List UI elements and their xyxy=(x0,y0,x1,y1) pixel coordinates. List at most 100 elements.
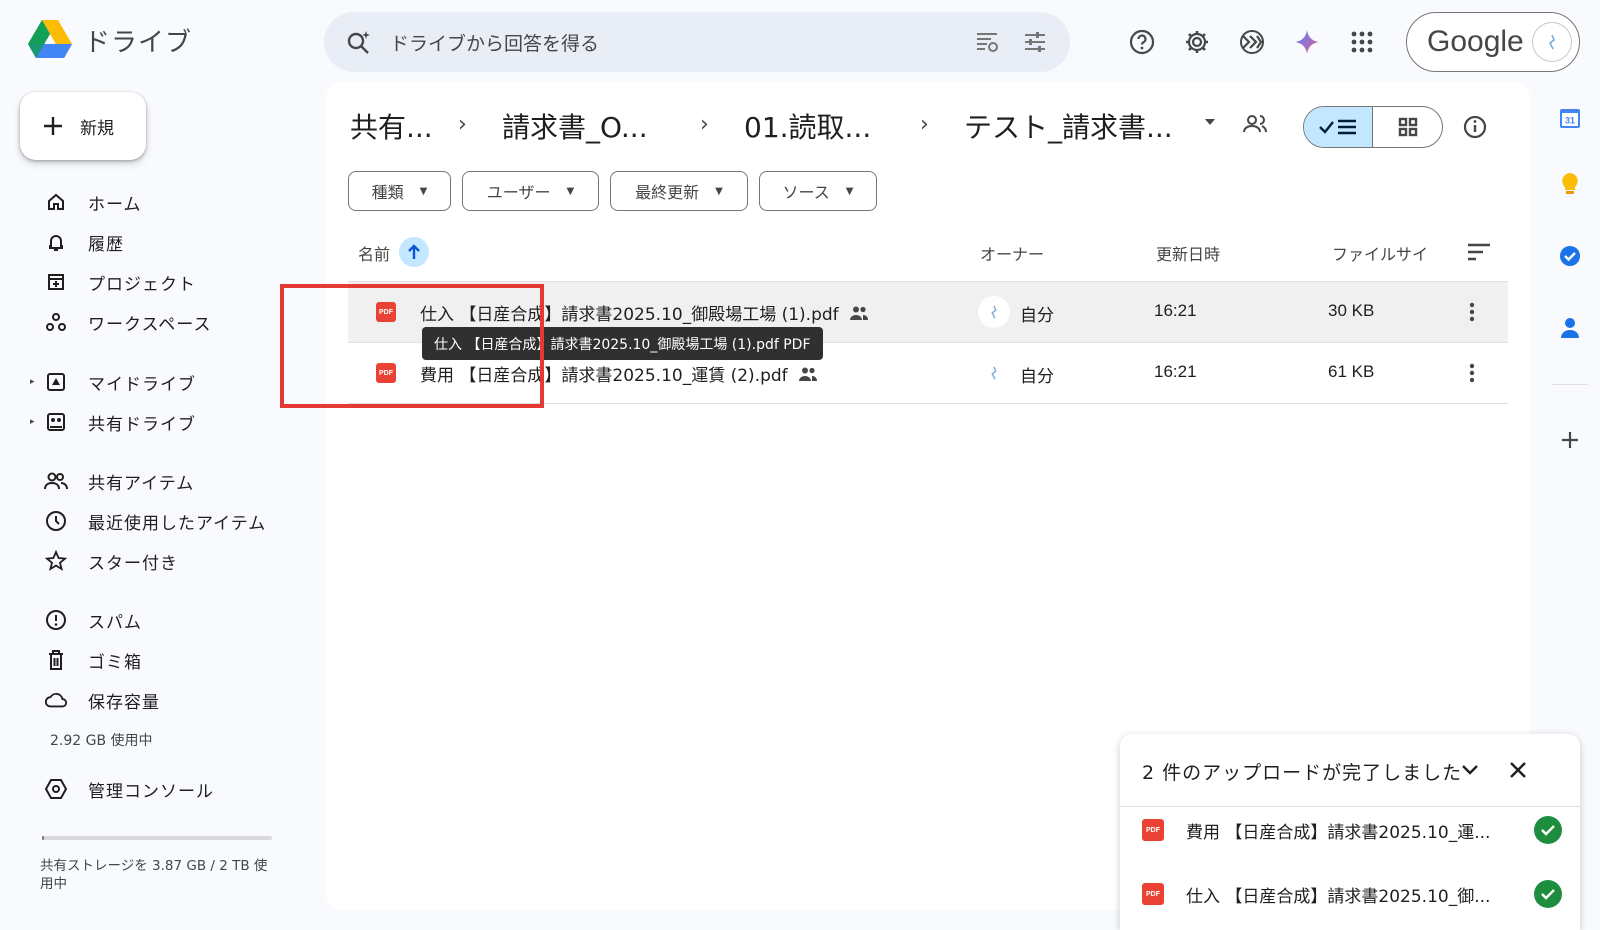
sidebar-item-label: スパム xyxy=(88,612,142,633)
sidebar-item-history[interactable]: 履歴 xyxy=(30,224,290,260)
close-icon[interactable] xyxy=(1502,754,1534,786)
info-icon[interactable] xyxy=(1462,114,1488,144)
pdf-file-icon: PDF xyxy=(1142,883,1164,905)
sidebar-item-label: 管理コンソール xyxy=(88,781,214,802)
column-header-size[interactable]: ファイルサイ xyxy=(1332,241,1452,265)
bell-icon xyxy=(44,230,68,254)
file-size: 30 KB xyxy=(1328,301,1375,320)
grid-icon xyxy=(1398,117,1417,137)
help-icon[interactable] xyxy=(1118,18,1166,66)
shared-storage-bar-fill xyxy=(42,836,45,840)
admin-console-icon xyxy=(44,777,68,801)
check-list-icon xyxy=(1319,119,1356,135)
breadcrumb-current[interactable]: テスト_請求書... xyxy=(964,106,1173,146)
sidebar-item-shared-drives[interactable]: ▸ 共有ドライブ xyxy=(30,404,290,440)
contacts-icon[interactable] xyxy=(1552,310,1588,346)
gemini-icon[interactable] xyxy=(1283,18,1331,66)
clock-icon xyxy=(44,509,68,533)
sidebar-item-workspaces[interactable]: ワークスペース xyxy=(30,304,290,340)
search-input[interactable]: ドライブから回答を得る xyxy=(390,29,952,56)
divider xyxy=(1120,806,1580,807)
upload-file-name: 仕入 【日産合成】請求書2025.10_御... xyxy=(1186,886,1491,907)
project-icon xyxy=(44,270,68,294)
view-toggle xyxy=(1303,106,1443,148)
filter-type-chip[interactable]: 種類 ▼ xyxy=(348,171,451,211)
keep-icon[interactable] xyxy=(1552,166,1588,202)
avatar xyxy=(978,296,1010,328)
sidebar-item-recent[interactable]: 最近使用したアイテム xyxy=(30,503,290,539)
caret-down-icon: ▼ xyxy=(566,185,575,197)
add-addon-icon[interactable] xyxy=(1552,422,1588,458)
sidebar-item-label: 共有ドライブ xyxy=(88,414,196,435)
app-title: ドライブ xyxy=(84,27,193,58)
apps-grid-icon[interactable] xyxy=(1338,18,1386,66)
sidebar-item-shared-with-me[interactable]: 共有アイテム xyxy=(30,463,290,499)
column-header-owner[interactable]: オーナー xyxy=(980,241,1044,265)
search-bar[interactable]: ドライブから回答を得る xyxy=(324,12,1070,72)
tasks-icon[interactable] xyxy=(1552,238,1588,274)
search-filter-icon[interactable] xyxy=(974,29,1000,55)
filter-source-chip[interactable]: ソース ▼ xyxy=(759,171,877,211)
sidebar-item-my-drive[interactable]: ▸ マイドライブ xyxy=(30,364,290,400)
breadcrumb-item[interactable]: 01.読取... xyxy=(744,106,871,146)
collapse-chevron-icon[interactable] xyxy=(1454,754,1486,786)
search-options-icon[interactable] xyxy=(1022,29,1048,55)
check-circle-icon xyxy=(1534,880,1562,908)
sidebar-item-storage[interactable]: 保存容量 xyxy=(30,682,290,718)
list-item[interactable]: PDF 仕入 【日産合成】請求書2025.10_御... xyxy=(1142,874,1562,914)
gear-icon[interactable] xyxy=(1173,18,1221,66)
filter-chip-label: 最終更新 xyxy=(635,183,700,202)
filter-chip-label: ソース xyxy=(782,183,830,202)
filter-chip-label: ユーザー xyxy=(486,183,551,202)
cloud-icon xyxy=(44,688,68,712)
expand-arrow-icon[interactable]: ▸ xyxy=(30,417,40,427)
avatar[interactable] xyxy=(1531,22,1572,62)
highlight-box xyxy=(280,284,544,408)
sidebar-item-projects[interactable]: プロジェクト xyxy=(30,264,290,300)
upload-panel: 2 件のアップロードが完了しました PDF 費用 【日産合成】請求書2025.1… xyxy=(1120,734,1580,930)
column-header-modified[interactable]: 更新日時 xyxy=(1156,241,1220,265)
breadcrumb-separator-icon: › xyxy=(920,112,929,137)
sidebar-item-label: 履歴 xyxy=(88,234,124,255)
more-actions-icon[interactable] xyxy=(1458,298,1486,326)
new-button[interactable]: 新規 xyxy=(20,92,146,160)
breadcrumb-item[interactable]: 共有... xyxy=(350,106,433,146)
caret-down-icon: ▼ xyxy=(419,185,428,197)
workspace-icon[interactable] xyxy=(1228,18,1276,66)
file-modified: 16:21 xyxy=(1154,362,1197,381)
account-label: Google xyxy=(1427,25,1524,58)
storage-used-text: 2.92 GB 使用中 xyxy=(50,733,153,749)
list-view-button[interactable] xyxy=(1304,107,1373,147)
column-header-name[interactable]: 名前 xyxy=(358,241,390,265)
sidebar-item-admin-console[interactable]: 管理コンソール xyxy=(30,771,290,807)
grid-view-button[interactable] xyxy=(1373,107,1442,147)
sidebar-item-home[interactable]: ホーム xyxy=(30,184,290,220)
search-spark-icon[interactable] xyxy=(346,29,372,55)
expand-arrow-icon[interactable]: ▸ xyxy=(30,377,40,387)
account-switcher[interactable]: Google xyxy=(1406,12,1580,72)
list-item[interactable]: PDF 費用 【日産合成】請求書2025.10_運... xyxy=(1142,810,1562,850)
my-drive-icon xyxy=(44,370,68,394)
plus-icon xyxy=(44,117,62,135)
folder-menu-dropdown-icon[interactable] xyxy=(1202,114,1218,134)
file-owner: 自分 xyxy=(1020,306,1054,326)
breadcrumb-separator-icon: › xyxy=(458,112,467,137)
sidebar-item-spam[interactable]: スパム xyxy=(30,602,290,638)
sidebar-item-label: ゴミ箱 xyxy=(88,652,142,673)
shared-drive-icon xyxy=(44,410,68,434)
sort-ascending-icon[interactable] xyxy=(399,237,429,267)
upload-file-name: 費用 【日産合成】請求書2025.10_運... xyxy=(1186,822,1491,843)
drive-logo[interactable]: ドライブ xyxy=(28,20,192,60)
sort-options-icon[interactable] xyxy=(1466,242,1492,266)
sidebar-item-trash[interactable]: ゴミ箱 xyxy=(30,642,290,678)
filter-modified-chip[interactable]: 最終更新 ▼ xyxy=(610,171,748,211)
more-actions-icon[interactable] xyxy=(1458,359,1486,387)
sidebar-item-label: 保存容量 xyxy=(88,692,160,713)
calendar-icon[interactable]: 31 xyxy=(1552,100,1588,136)
breadcrumb-item[interactable]: 請求書_O... xyxy=(502,106,648,146)
share-folder-icon[interactable] xyxy=(1242,112,1268,140)
shared-storage-bar xyxy=(42,836,272,840)
filter-people-chip[interactable]: ユーザー ▼ xyxy=(462,171,599,211)
caret-down-icon: ▼ xyxy=(845,185,854,197)
sidebar-item-starred[interactable]: スター付き xyxy=(30,543,290,579)
